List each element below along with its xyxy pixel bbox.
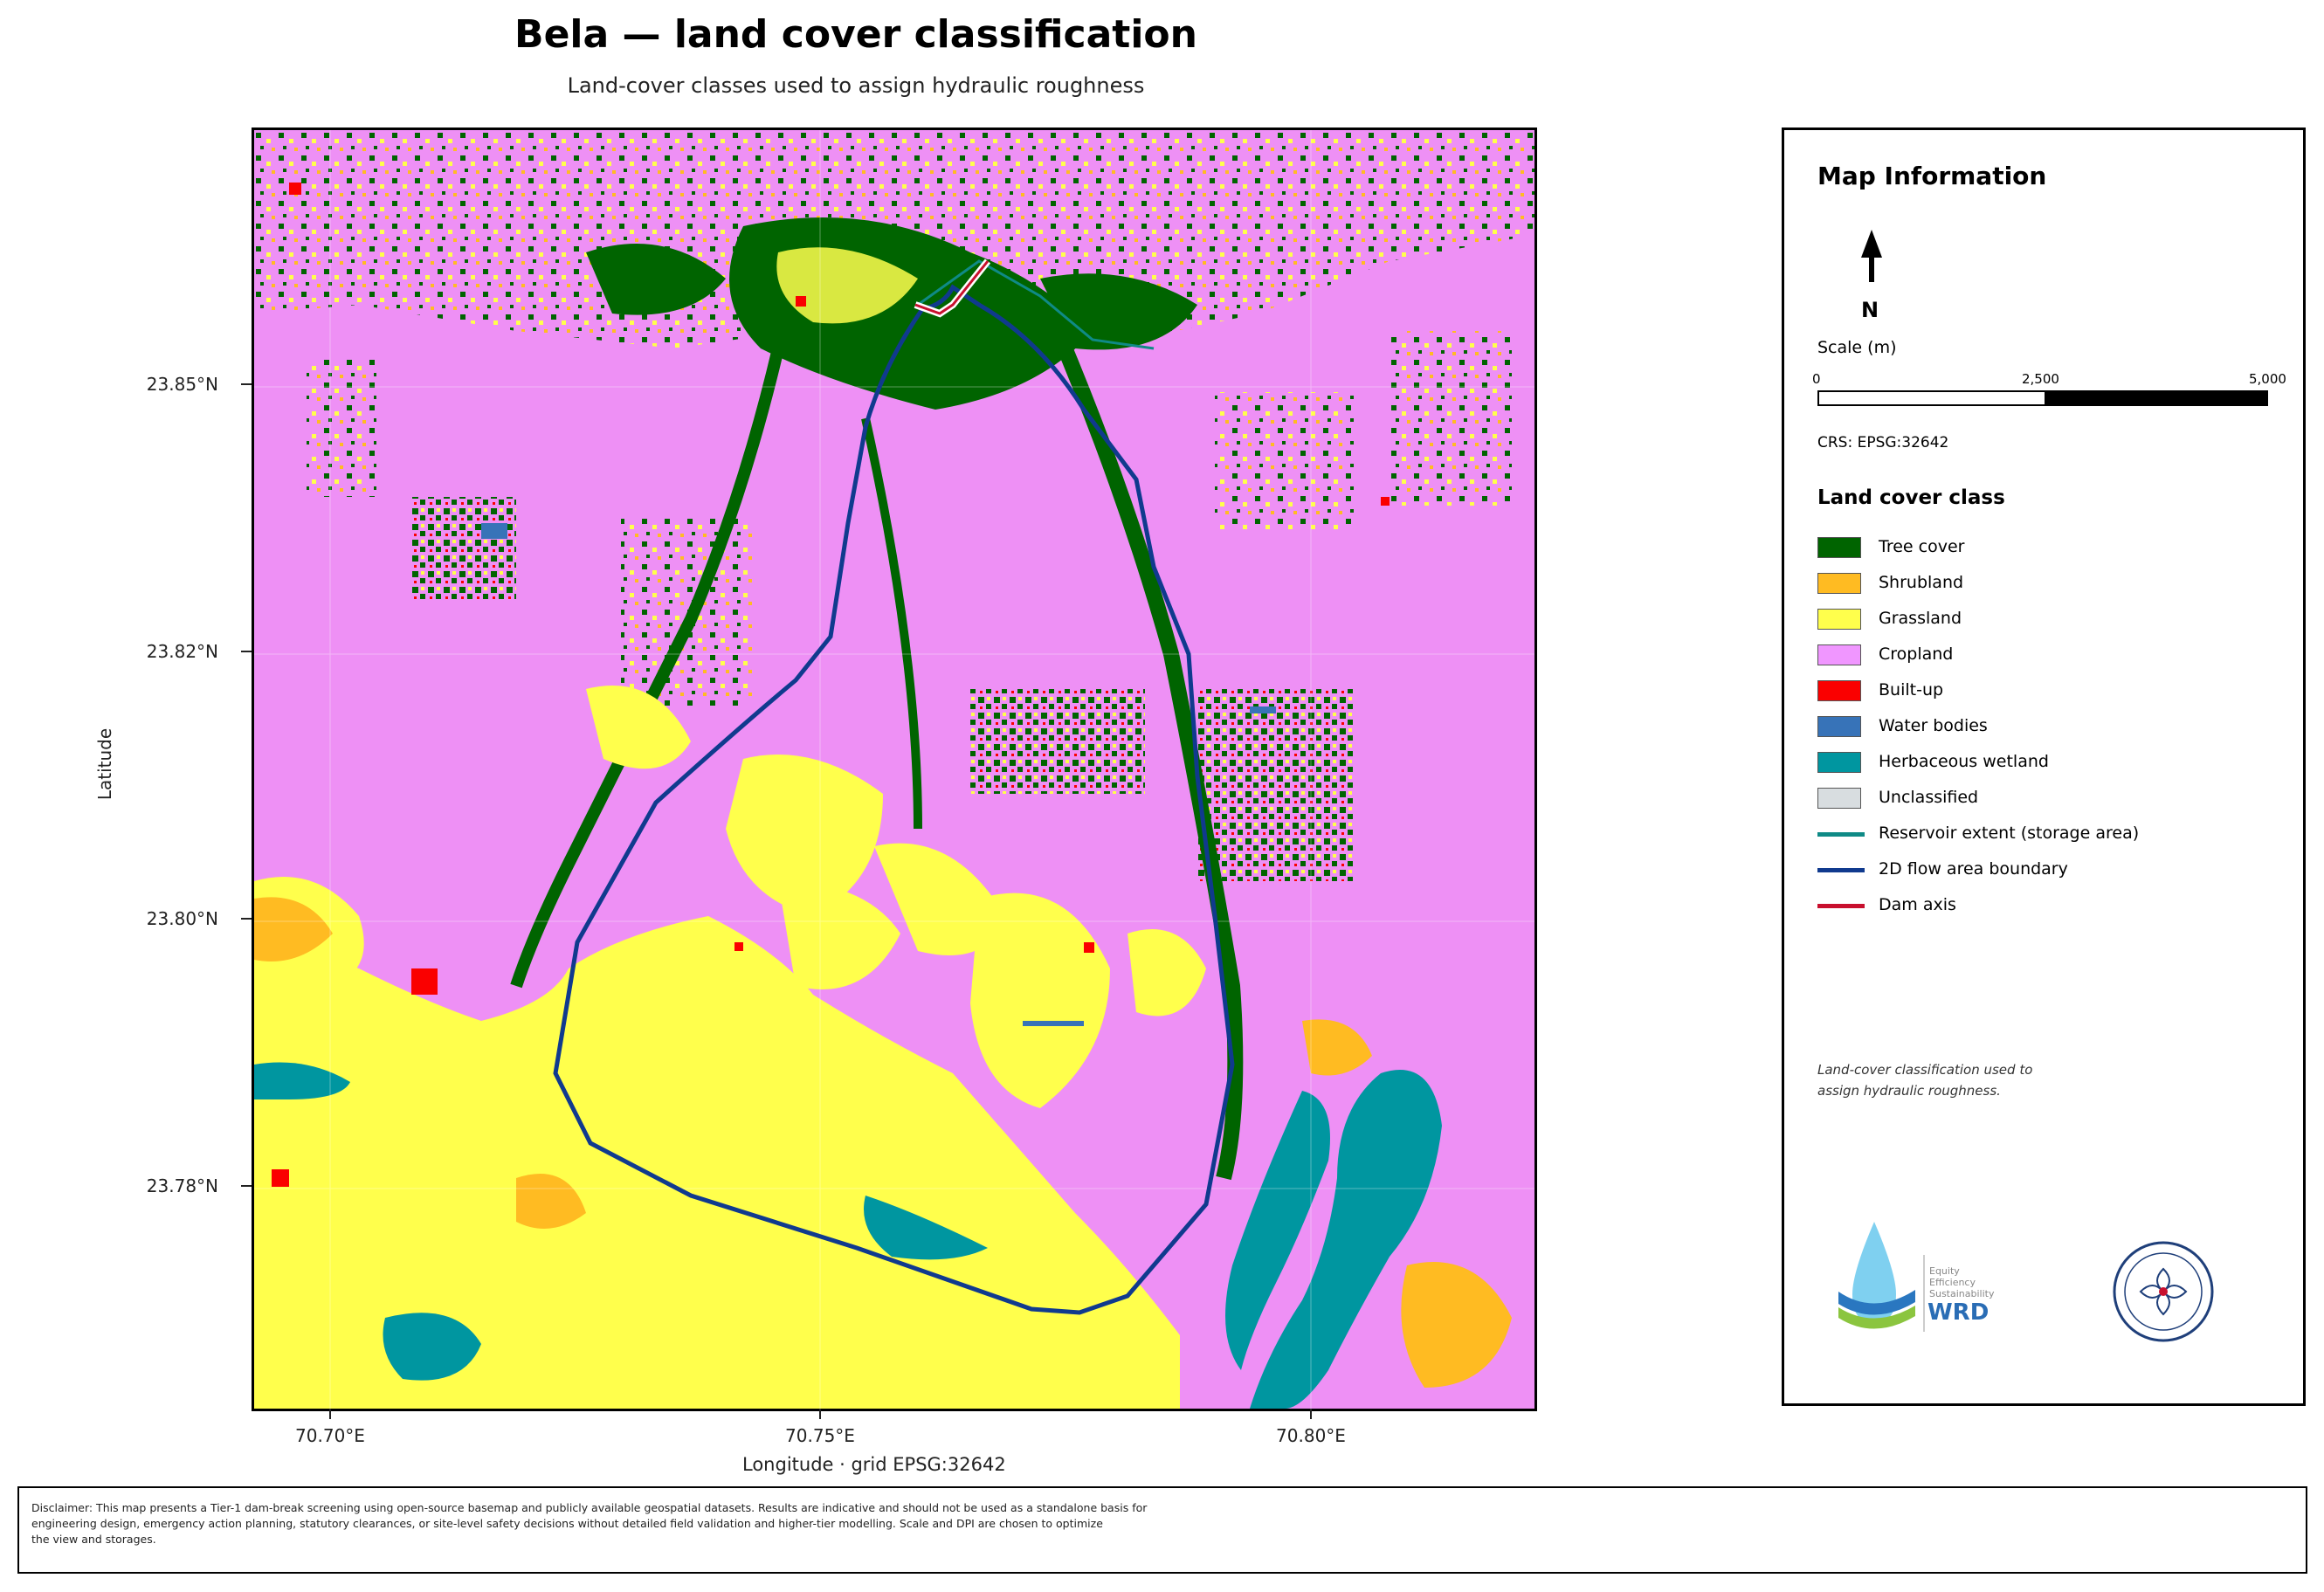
y-tick-label: 23.80°N [146, 908, 218, 929]
legend-color-swatch [1817, 788, 1861, 809]
legend-line-swatch [1817, 904, 1865, 908]
scale-tick-label: 0 [1812, 371, 1821, 387]
scale-bar [1817, 390, 2268, 406]
x-tick-label: 70.70°E [295, 1425, 365, 1446]
disclaimer-line: Disclaimer: This map presents a Tier-1 d… [31, 1501, 1148, 1514]
x-tick-mark [329, 1409, 331, 1419]
institute-seal-logo [2113, 1241, 2214, 1342]
y-tick-label: 23.82°N [146, 641, 218, 662]
land-cover-map[interactable] [252, 127, 1537, 1411]
legend-label: Water bodies [1879, 716, 1988, 735]
map-information-panel: Map Information N Scale (m) 0 2,500 5,00… [1782, 127, 2306, 1406]
x-tick-mark [819, 1409, 821, 1419]
legend-label: Herbaceous wetland [1879, 752, 2049, 771]
legend-label: Unclassified [1879, 788, 1979, 807]
land-cover-raster [254, 130, 1534, 1409]
legend-color-swatch [1817, 716, 1861, 737]
wrd-logo-text: Equity [1929, 1265, 1960, 1277]
legend-label: Dam axis [1879, 895, 1956, 914]
legend-label: 2D flow area boundary [1879, 859, 2068, 879]
y-tick-label: 23.78°N [146, 1175, 218, 1196]
y-tick-mark [241, 383, 252, 385]
legend-color-swatch [1817, 752, 1861, 773]
legend-label: Reservoir extent (storage area) [1879, 824, 2140, 843]
map-note: Land-cover classification used to assign… [1817, 1059, 2097, 1101]
disclaimer-box: Disclaimer: This map presents a Tier-1 d… [17, 1486, 2307, 1574]
legend-label: Grassland [1879, 609, 1962, 628]
map-subtitle: Land-cover classes used to assign hydrau… [567, 73, 1145, 98]
disclaimer-line: the view and storages. [31, 1533, 156, 1546]
scale-bar-dark-segment [2045, 392, 2268, 404]
legend-line-swatch [1817, 868, 1865, 872]
x-tick-label: 70.75°E [785, 1425, 855, 1446]
legend-title: Land cover class [1817, 486, 2005, 509]
map-title: Bela — land cover classification [514, 12, 1197, 57]
crs-label: CRS: EPSG:32642 [1817, 434, 1949, 451]
map-note-line: assign hydraulic roughness. [1817, 1083, 2001, 1099]
wrd-logo-text: Sustainability [1929, 1288, 1995, 1299]
x-tick-label: 70.80°E [1276, 1425, 1346, 1446]
scale-title: Scale (m) [1817, 338, 1897, 357]
x-tick-mark [1310, 1409, 1312, 1419]
wrd-logo-text: WRD [1927, 1299, 1989, 1326]
y-tick-mark [241, 918, 252, 920]
legend-line-swatch [1817, 832, 1865, 837]
map-note-line: Land-cover classification used to [1817, 1062, 2033, 1078]
y-axis-label: Latitude [94, 727, 115, 801]
y-tick-mark [241, 651, 252, 652]
scale-tick-label: 5,000 [2249, 371, 2286, 387]
legend-label: Shrubland [1879, 573, 1964, 592]
legend-color-swatch [1817, 644, 1861, 665]
info-panel-title: Map Information [1817, 162, 2047, 190]
wrd-logo: Equity Efficiency Sustainability WRD [1838, 1222, 1995, 1332]
legend-color-swatch [1817, 537, 1861, 558]
legend-color-swatch [1817, 609, 1861, 630]
wrd-logo-text: Efficiency [1929, 1277, 1976, 1288]
x-axis-label: Longitude · grid EPSG:32642 [742, 1454, 1006, 1475]
legend-label: Built-up [1879, 680, 1944, 700]
scale-tick-label: 2,500 [2022, 371, 2059, 387]
y-tick-label: 23.85°N [146, 374, 218, 395]
legend-label: Tree cover [1879, 537, 1965, 556]
legend-color-swatch [1817, 573, 1861, 594]
disclaimer-line: engineering design, emergency action pla… [31, 1517, 1103, 1530]
north-label: N [1861, 298, 1879, 322]
legend-label: Cropland [1879, 644, 1954, 664]
legend-color-swatch [1817, 680, 1861, 701]
y-tick-mark [241, 1185, 252, 1187]
